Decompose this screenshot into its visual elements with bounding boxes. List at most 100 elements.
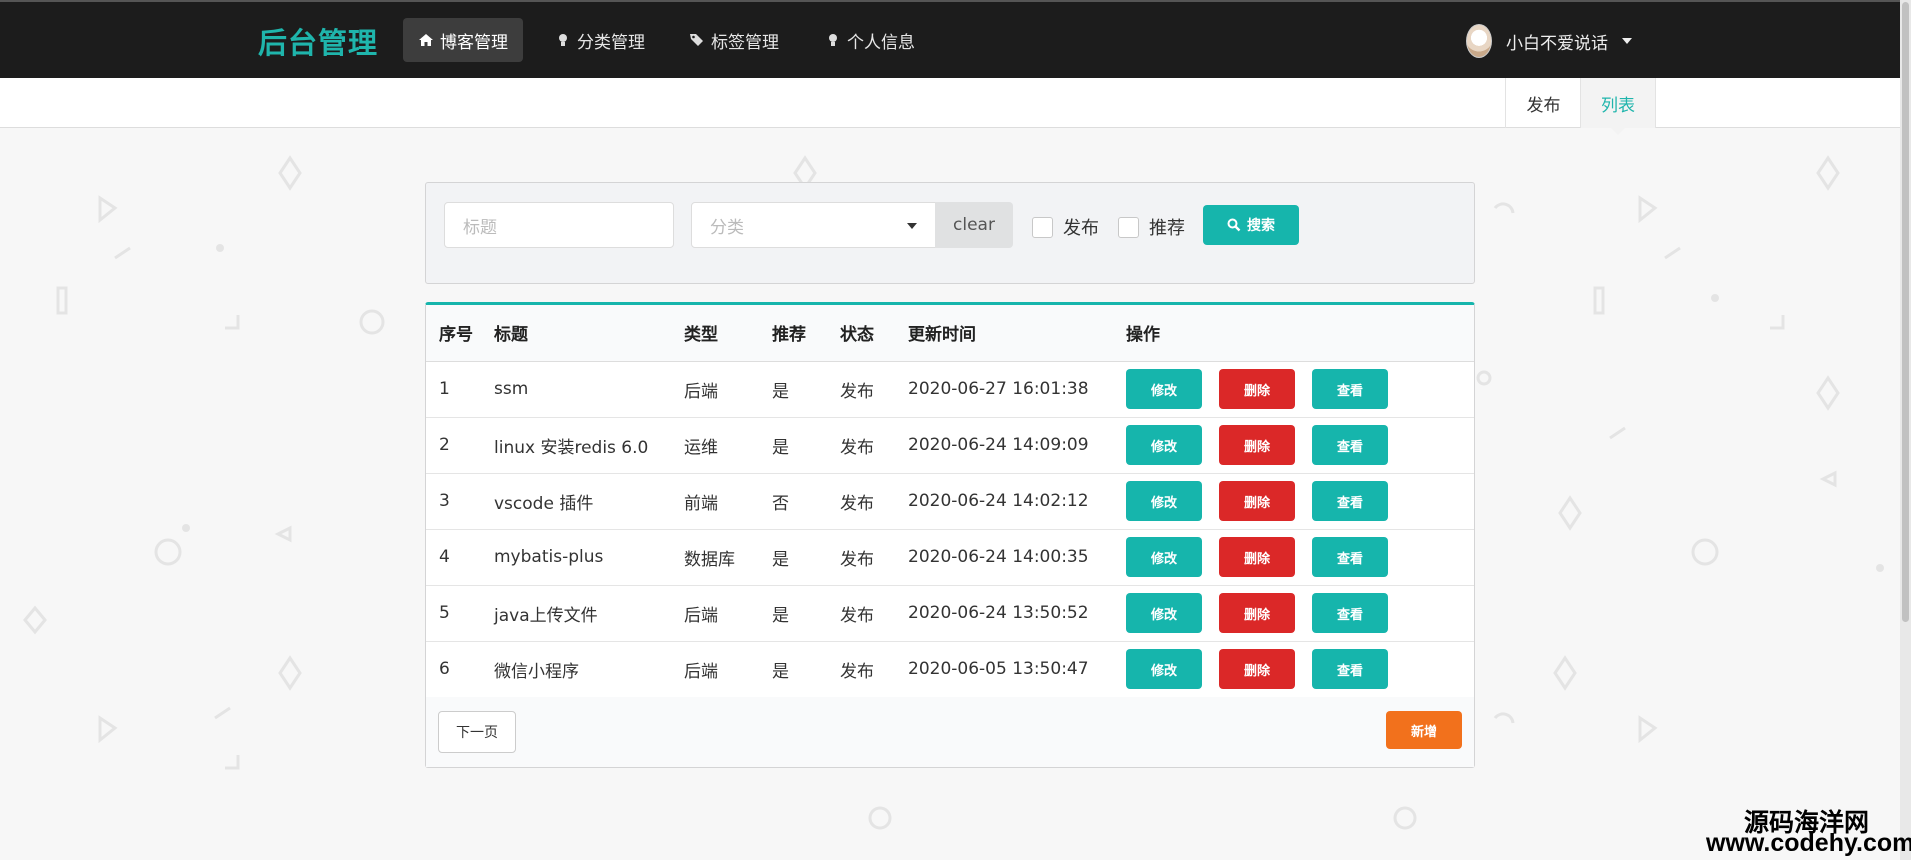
table-row: 1 ssm 后端是发布 2020-06-27 16:01:38 修改 删除 查看 — [426, 361, 1474, 418]
table-footer: 下一页 新增 — [426, 697, 1474, 767]
cell-type: 后端 — [684, 361, 772, 418]
edit-button[interactable]: 修改 — [1126, 537, 1202, 577]
cell-status: 发布 — [840, 417, 908, 474]
edit-button[interactable]: 修改 — [1126, 481, 1202, 521]
cell-update-time: 2020-06-05 13:50:47 — [908, 641, 1126, 698]
scrollbar-thumb[interactable] — [1902, 2, 1909, 622]
recommend-checkbox-label: 推荐 — [1149, 218, 1185, 239]
table-row: 3 vscode 插件 前端否发布 2020-06-24 14:02:12 修改 删除 查看 — [426, 473, 1474, 530]
tab-publish[interactable]: 发布 — [1505, 78, 1581, 128]
delete-button[interactable]: 删除 — [1219, 649, 1295, 689]
category-placeholder: 分类 — [710, 217, 744, 238]
publish-checkbox-label: 发布 — [1063, 218, 1099, 239]
cell-actions: 修改 删除 查看 — [1126, 585, 1474, 642]
cell-recommend: 是 — [772, 585, 840, 642]
page-scrollbar[interactable] — [1900, 0, 1911, 860]
cell-title: linux 安装redis 6.0 — [494, 417, 684, 474]
cell-type: 运维 — [684, 417, 772, 474]
header-update-time: 更新时间 — [908, 305, 1126, 362]
cell-index: 5 — [426, 585, 494, 642]
delete-button[interactable]: 删除 — [1219, 537, 1295, 577]
view-button[interactable]: 查看 — [1312, 537, 1388, 577]
checkbox-box[interactable] — [1118, 216, 1139, 238]
search-button-label: 搜索 — [1247, 218, 1275, 234]
add-blog-button[interactable]: 新增 — [1386, 711, 1462, 749]
cell-title: 微信小程序 — [494, 641, 684, 698]
view-button[interactable]: 查看 — [1312, 481, 1388, 521]
cell-recommend: 是 — [772, 361, 840, 418]
user-name: 小白不爱说话 — [1506, 33, 1608, 54]
search-button[interactable]: 搜索 — [1203, 205, 1299, 245]
view-button[interactable]: 查看 — [1312, 593, 1388, 633]
watermark-url: www.codehy.com — [1706, 829, 1911, 857]
user-menu[interactable]: 小白不爱说话 — [1466, 24, 1632, 58]
table-row: 4 mybatis-plus 数据库是发布 2020-06-24 14:00:35 修改… — [426, 529, 1474, 586]
cell-type: 数据库 — [684, 529, 772, 586]
cell-recommend: 是 — [772, 417, 840, 474]
cell-index: 1 — [426, 361, 494, 418]
recommend-checkbox[interactable]: 推荐 — [1118, 214, 1185, 240]
cell-actions: 修改 删除 查看 — [1126, 529, 1474, 586]
header-actions: 操作 — [1126, 305, 1474, 362]
checkbox-box[interactable] — [1032, 216, 1053, 238]
clear-button[interactable]: clear — [935, 202, 1013, 248]
cell-type: 前端 — [684, 473, 772, 530]
delete-button[interactable]: 删除 — [1219, 593, 1295, 633]
nav-item-profile[interactable]: 个人信息 — [810, 18, 930, 62]
dropdown-icon — [907, 223, 917, 229]
cell-actions: 修改 删除 查看 — [1126, 361, 1474, 418]
cell-index: 2 — [426, 417, 494, 474]
cell-status: 发布 — [840, 361, 908, 418]
cell-actions: 修改 删除 查看 — [1126, 473, 1474, 530]
delete-button[interactable]: 删除 — [1219, 425, 1295, 465]
cell-update-time: 2020-06-24 14:09:09 — [908, 417, 1126, 474]
cell-title: vscode 插件 — [494, 473, 684, 530]
title-search-input[interactable]: 标题 — [444, 202, 674, 248]
cell-status: 发布 — [840, 641, 908, 698]
cell-actions: 修改 删除 查看 — [1126, 417, 1474, 474]
edit-button[interactable]: 修改 — [1126, 593, 1202, 633]
search-form: 标题 分类 clear 发布 推荐 搜索 — [425, 182, 1475, 284]
header-recommend: 推荐 — [772, 305, 840, 362]
edit-button[interactable]: 修改 — [1126, 369, 1202, 409]
nav-item-label: 标签管理 — [711, 32, 779, 53]
delete-button[interactable]: 删除 — [1219, 481, 1295, 521]
tab-list[interactable]: 列表 — [1580, 78, 1656, 135]
cell-recommend: 是 — [772, 529, 840, 586]
edit-button[interactable]: 修改 — [1126, 649, 1202, 689]
top-navbar: 后台管理 博客管理 分类管理 标签管理 个人信息 小白不爱说话 — [0, 0, 1900, 78]
cell-update-time: 2020-06-27 16:01:38 — [908, 361, 1126, 418]
sub-menu-bar: 发布 列表 — [0, 78, 1900, 135]
view-button[interactable]: 查看 — [1312, 369, 1388, 409]
cell-update-time: 2020-06-24 13:50:52 — [908, 585, 1126, 642]
edit-button[interactable]: 修改 — [1126, 425, 1202, 465]
lightbulb-icon — [829, 34, 837, 46]
publish-checkbox[interactable]: 发布 — [1032, 214, 1099, 240]
chevron-down-icon — [1622, 38, 1632, 44]
nav-item-category[interactable]: 分类管理 — [540, 18, 660, 62]
table-row: 5 java上传文件 后端是发布 2020-06-24 13:50:52 修改 删除 查看 — [426, 585, 1474, 642]
lightbulb-icon — [559, 34, 567, 46]
delete-button[interactable]: 删除 — [1219, 369, 1295, 409]
cell-index: 3 — [426, 473, 494, 530]
cell-title: ssm — [494, 361, 684, 418]
view-button[interactable]: 查看 — [1312, 649, 1388, 689]
nav-item-label: 博客管理 — [440, 32, 508, 53]
title-placeholder: 标题 — [463, 217, 497, 238]
blog-table: 序号 标题 类型 推荐 状态 更新时间 操作 1 ssm 后端是发布 2020-06-… — [425, 302, 1475, 768]
table-header-row: 序号 标题 类型 推荐 状态 更新时间 操作 — [426, 305, 1474, 362]
cell-index: 4 — [426, 529, 494, 586]
nav-item-tags[interactable]: 标签管理 — [674, 18, 794, 62]
next-page-button[interactable]: 下一页 — [438, 711, 516, 753]
header-status: 状态 — [840, 305, 908, 362]
table-row: 2 linux 安装redis 6.0 运维是发布 2020-06-24 14:09:… — [426, 417, 1474, 474]
cell-actions: 修改 删除 查看 — [1126, 641, 1474, 698]
cell-type: 后端 — [684, 641, 772, 698]
header-type: 类型 — [684, 305, 772, 362]
brand-logo[interactable]: 后台管理 — [258, 20, 378, 62]
nav-item-blog[interactable]: 博客管理 — [403, 18, 523, 62]
view-button[interactable]: 查看 — [1312, 425, 1388, 465]
category-dropdown[interactable]: 分类 — [691, 202, 936, 248]
nav-item-label: 分类管理 — [577, 32, 645, 53]
cell-status: 发布 — [840, 473, 908, 530]
